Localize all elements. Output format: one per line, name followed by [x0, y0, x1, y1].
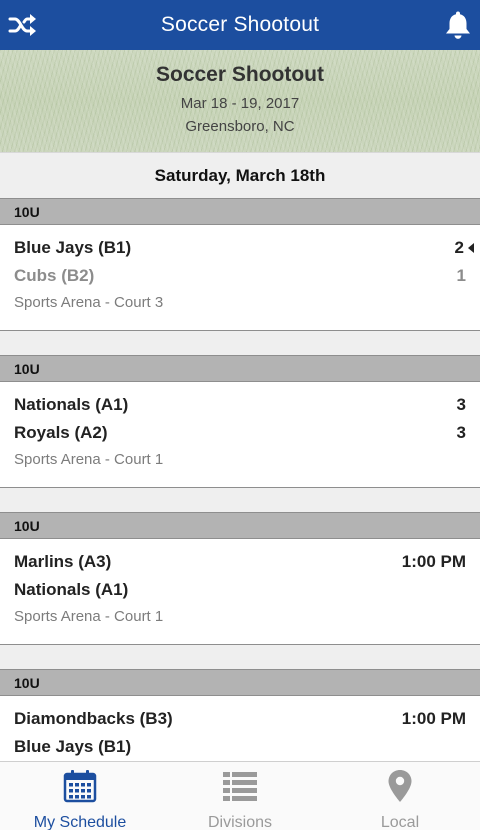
top-nav-bar: Soccer Shootout: [0, 0, 480, 50]
venue-label: Sports Arena - Court 1: [14, 608, 164, 625]
game-card[interactable]: Nationals (A1) 3 Royals (A2) 3 Sports Ar…: [0, 382, 480, 488]
date-section-header: Saturday, March 18th: [0, 152, 480, 198]
team-name: Marlins (A3): [14, 552, 112, 571]
division-header: 10U: [0, 355, 480, 382]
event-name: Soccer Shootout: [155, 63, 324, 86]
team-row: Nationals (A1): [14, 579, 466, 601]
team-score: 2: [454, 238, 474, 258]
team-row: Marlins (A3) 1:00 PM: [14, 551, 466, 573]
winner-indicator-icon: [468, 243, 474, 253]
list-separator: [0, 645, 480, 669]
score-value: 3: [456, 395, 466, 414]
division-header: 10U: [0, 669, 480, 696]
game-card[interactable]: Blue Jays (B1) 2 Cubs (B2) 1 Sports Aren…: [0, 225, 480, 331]
team-name: Royals (A2): [14, 423, 108, 442]
tab-label: Local: [380, 814, 420, 830]
team-row: Diamondbacks (B3) 1:00 PM: [14, 708, 466, 730]
game-item[interactable]: 10U Blue Jays (B1) 2 Cubs (B2) 1 Sports …: [0, 198, 480, 355]
team-row: Nationals (A1) 3: [14, 394, 466, 416]
venue-label: Sports Arena - Court 3: [14, 294, 164, 311]
nav-title: Soccer Shootout: [160, 13, 320, 36]
list-separator: [0, 331, 480, 355]
team-row: Cubs (B2) 1: [14, 265, 466, 287]
score-value: 3: [456, 423, 466, 442]
score-value: 1: [456, 266, 466, 285]
division-header: 10U: [0, 198, 480, 225]
tab-my-schedule[interactable]: My Schedule: [0, 762, 160, 830]
shuffle-icon[interactable]: [7, 9, 39, 41]
map-pin-icon: [387, 769, 413, 808]
tab-local[interactable]: Local: [320, 762, 480, 830]
tab-label: Divisions: [207, 814, 272, 830]
event-location: Greensboro, NC: [185, 118, 295, 135]
team-row: Blue Jays (B1) 2: [14, 237, 474, 259]
venue-label: Sports Arena - Court 1: [14, 451, 164, 468]
list-icon: [222, 769, 258, 808]
game-time: 1:00 PM: [401, 709, 466, 728]
division-header: 10U: [0, 512, 480, 539]
calendar-icon: [63, 769, 97, 808]
team-name: Nationals (A1): [14, 395, 129, 414]
game-list: 10U Blue Jays (B1) 2 Cubs (B2) 1 Sports …: [0, 198, 480, 802]
team-name: Blue Jays (B1): [14, 238, 132, 257]
event-dates: Mar 18 - 19, 2017: [180, 95, 300, 112]
tab-divisions[interactable]: Divisions: [160, 762, 320, 830]
team-row: Royals (A2) 3: [14, 422, 466, 444]
bottom-tab-bar: My Schedule Divisions Local: [0, 761, 480, 830]
team-row: Blue Jays (B1): [14, 736, 466, 758]
team-name: Nationals (A1): [14, 580, 129, 599]
game-card[interactable]: Marlins (A3) 1:00 PM Nationals (A1) Spor…: [0, 539, 480, 645]
team-name: Blue Jays (B1): [14, 737, 132, 756]
game-time: 1:00 PM: [401, 552, 466, 571]
event-banner: Soccer Shootout Mar 18 - 19, 2017 Greens…: [0, 50, 480, 152]
tab-label: My Schedule: [33, 814, 127, 830]
team-name: Diamondbacks (B3): [14, 709, 173, 728]
list-separator: [0, 488, 480, 512]
team-name: Cubs (B2): [14, 266, 95, 285]
score-value: 2: [454, 238, 464, 257]
game-item[interactable]: 10U Marlins (A3) 1:00 PM Nationals (A1) …: [0, 512, 480, 669]
game-item[interactable]: 10U Nationals (A1) 3 Royals (A2) 3 Sport…: [0, 355, 480, 512]
bell-icon[interactable]: [442, 9, 474, 41]
